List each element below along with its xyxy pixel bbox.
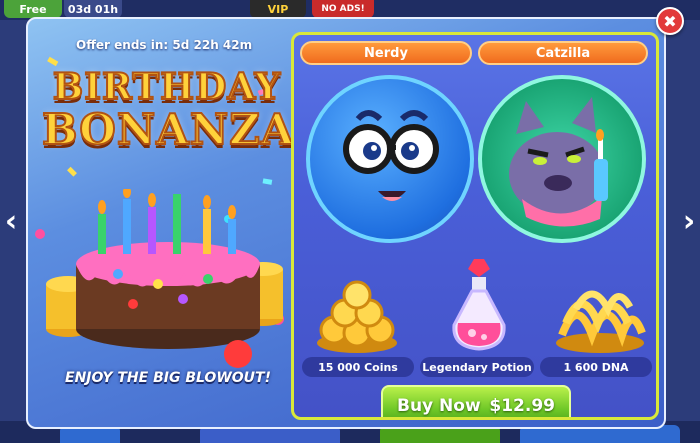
buy-now-button[interactable]: Buy Now $12.99 [381,385,571,417]
offer-banner: Offer ends in: 5d 22h 42m BIRTHDAY BONAN… [28,19,314,427]
catzilla-icon [478,75,646,243]
next-offer-arrow-icon[interactable]: › [680,195,698,247]
pink-potion-icon [452,259,506,351]
hud-timer: 03d 01h [64,0,122,18]
rewards-panel: Nerdy Catzilla 15 000 Coins Legendary Po… [291,32,659,420]
offer-modal: Offer ends in: 5d 22h 42m BIRTHDAY BONAN… [26,17,666,429]
buy-now-price: $12.99 [489,396,555,416]
reward-label-dna: 1 600 DNA [540,357,652,377]
free-badge[interactable]: Free [4,0,62,18]
character-label-catzilla: Catzilla [478,41,648,65]
title-line-1: BIRTHDAY [52,66,282,108]
offer-tagline: ENJOY THE BIG BLOWOUT! [65,370,271,386]
dna-pile-icon [556,290,646,353]
coins-pile-icon [317,280,397,353]
offer-title: BIRTHDAY BONANZA! [41,66,314,154]
nerdy-icon [306,75,474,243]
buy-now-label: Buy Now [397,396,481,416]
no-ads-badge[interactable]: NO ADS! [312,0,374,18]
vip-badge[interactable]: VIP [250,0,306,18]
birthday-cake-illustration [46,189,283,368]
previous-offer-arrow-icon[interactable]: ‹ [2,195,20,247]
offer-countdown: Offer ends in: 5d 22h 42m [76,38,253,52]
reward-label-potion: Legendary Potion [420,357,534,377]
close-icon[interactable]: ✖ [656,7,684,35]
title-line-2: BONANZA! [41,105,314,154]
character-label-nerdy: Nerdy [300,41,472,65]
reward-label-coins: 15 000 Coins [302,357,414,377]
